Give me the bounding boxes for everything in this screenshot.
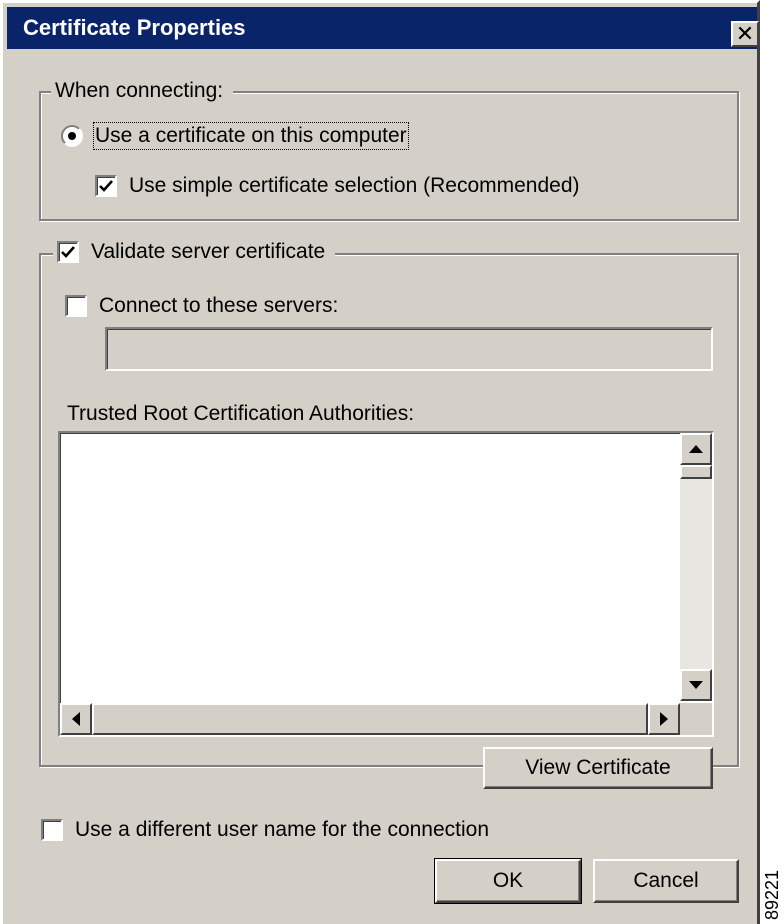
- window-title: Certificate Properties: [23, 15, 246, 40]
- certificate-properties-dialog: Certificate Properties ✕ When connecting…: [0, 0, 760, 924]
- check-icon: [61, 246, 75, 258]
- servers-input[interactable]: [105, 327, 713, 371]
- cancel-button[interactable]: Cancel: [593, 859, 739, 903]
- connect-servers-label: Connect to these servers:: [99, 294, 339, 317]
- checkbox[interactable]: [41, 819, 63, 841]
- scroll-down-button[interactable]: [680, 669, 712, 701]
- arrow-down-icon: [689, 681, 703, 689]
- trusted-root-list[interactable]: [58, 431, 714, 737]
- close-icon: ✕: [735, 21, 755, 46]
- check-icon: [99, 180, 113, 192]
- simple-selection-checkbox[interactable]: Use simple certificate selection (Recomm…: [95, 173, 580, 199]
- horizontal-scroll-thumb[interactable]: [92, 703, 648, 735]
- use-certificate-radio[interactable]: Use a certificate on this computer: [61, 122, 409, 150]
- vertical-scroll-thumb[interactable]: [680, 465, 712, 479]
- trusted-root-label-text: Trusted Root Certification Authorities:: [67, 402, 415, 425]
- different-user-label: Use a different user name for the connec…: [75, 818, 490, 841]
- checkbox[interactable]: [65, 295, 87, 317]
- title-bar[interactable]: Certificate Properties ✕: [7, 7, 759, 49]
- radio-button[interactable]: [61, 125, 83, 147]
- checkbox[interactable]: [95, 175, 117, 197]
- connect-servers-checkbox[interactable]: Connect to these servers:: [65, 293, 338, 319]
- scrollbar-corner: [680, 703, 712, 735]
- scroll-right-button[interactable]: [648, 703, 680, 735]
- ok-button[interactable]: OK: [434, 858, 582, 904]
- arrow-left-icon: [72, 712, 80, 726]
- simple-selection-label: Use simple certificate selection (Recomm…: [129, 174, 580, 197]
- validate-server-checkbox[interactable]: Validate server certificate: [53, 239, 336, 265]
- different-user-checkbox[interactable]: Use a different user name for the connec…: [41, 817, 489, 843]
- figure-id: 89221: [762, 869, 782, 920]
- use-certificate-label: Use a certificate on this computer: [93, 122, 409, 150]
- radio-selected-dot: [68, 132, 76, 140]
- vertical-scrollbar[interactable]: [680, 433, 712, 701]
- close-button[interactable]: ✕: [731, 21, 759, 47]
- trusted-root-label: Trusted Root Certification Authorities:: [67, 401, 414, 427]
- arrow-up-icon: [689, 445, 703, 453]
- scroll-left-button[interactable]: [60, 703, 92, 735]
- view-certificate-label: View Certificate: [525, 756, 671, 779]
- validate-server-label: Validate server certificate: [91, 240, 326, 263]
- horizontal-scrollbar[interactable]: [60, 703, 680, 735]
- ok-label: OK: [492, 869, 524, 892]
- scroll-up-button[interactable]: [680, 433, 712, 465]
- view-certificate-button[interactable]: View Certificate: [483, 747, 713, 789]
- cancel-label: Cancel: [633, 869, 699, 892]
- arrow-right-icon: [660, 712, 668, 726]
- when-connecting-legend: When connecting:: [51, 79, 234, 103]
- figure-id-wrap: 89221: [762, 860, 782, 920]
- checkbox[interactable]: [57, 241, 79, 263]
- when-connecting-group: When connecting:: [39, 79, 739, 221]
